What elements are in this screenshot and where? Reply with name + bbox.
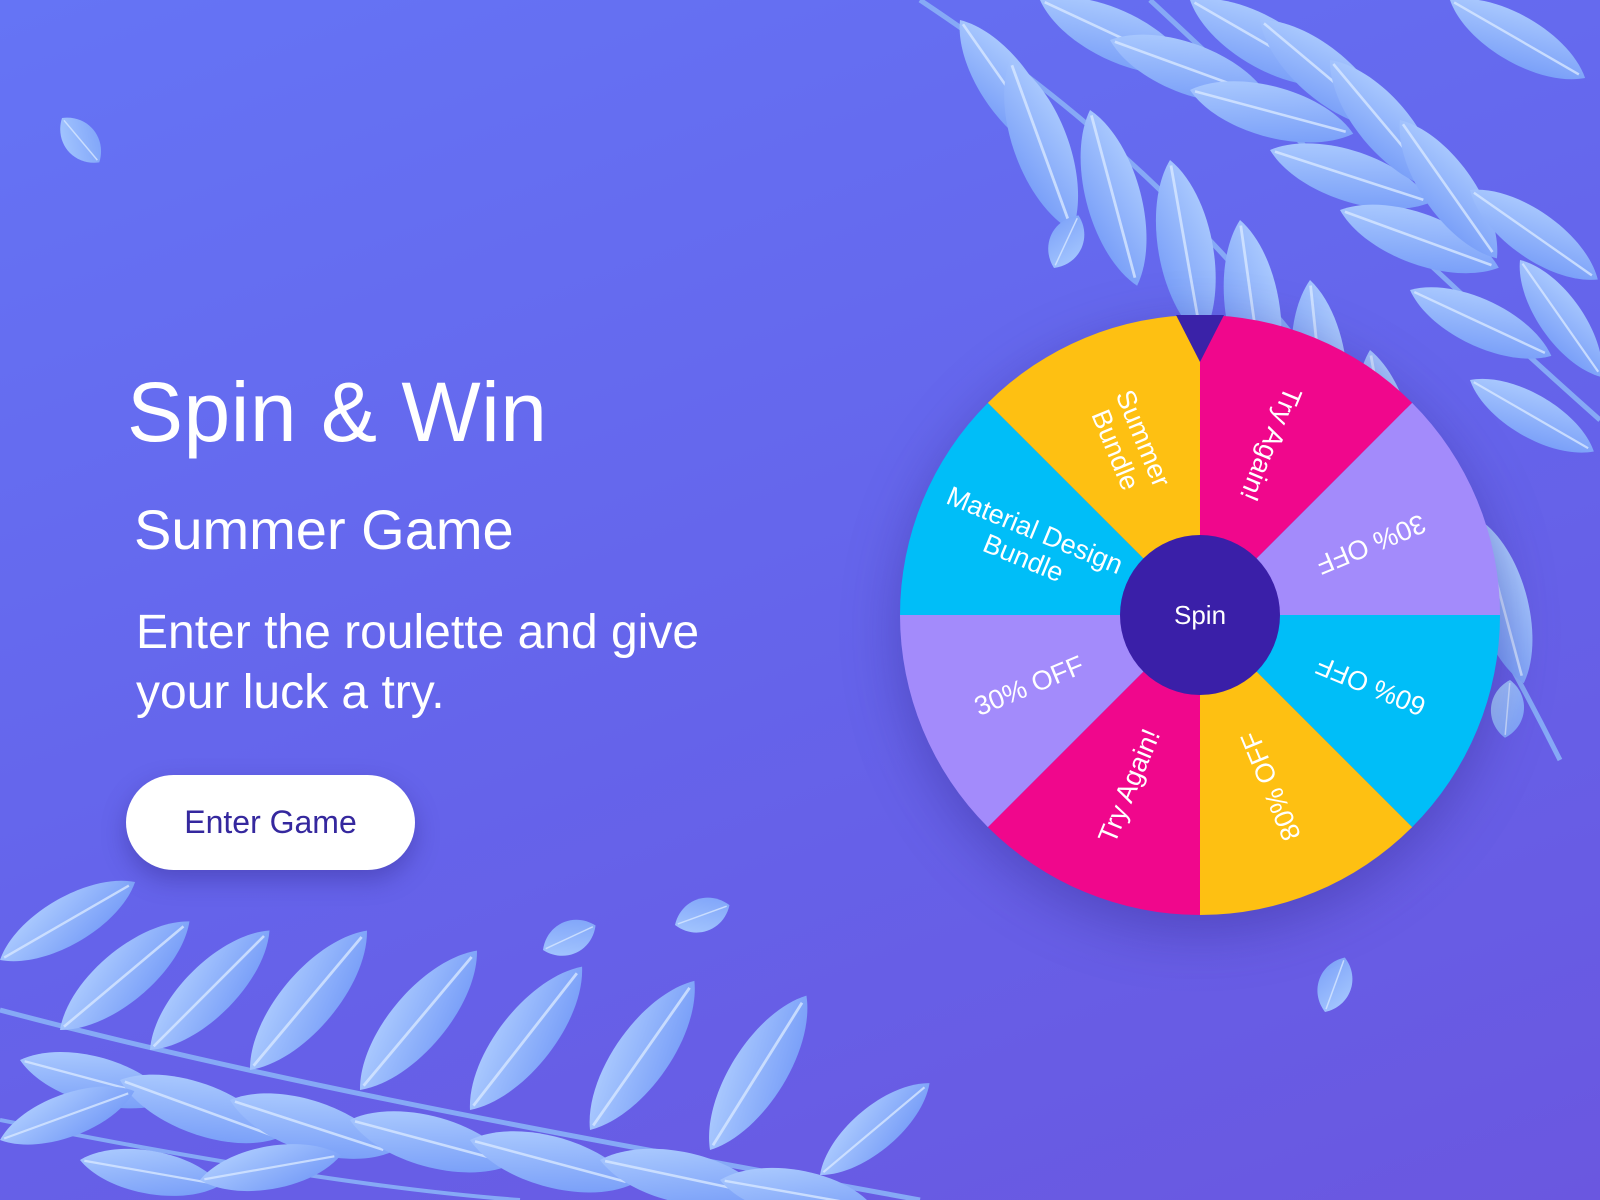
spin-label: Spin — [1174, 600, 1226, 630]
spin-button[interactable]: Spin — [1120, 535, 1280, 695]
bottom-left-leaves — [0, 860, 945, 1200]
game-description: Enter the roulette and give your luck a … — [136, 606, 700, 719]
roulette-wheel[interactable]: Try Again!30% OFF60% OFF80% OFFTry Again… — [880, 295, 1520, 935]
enter-game-button[interactable]: Enter Game — [126, 775, 415, 870]
page-subtitle: Summer Game — [134, 498, 514, 561]
page-title: Spin & Win — [127, 365, 548, 459]
